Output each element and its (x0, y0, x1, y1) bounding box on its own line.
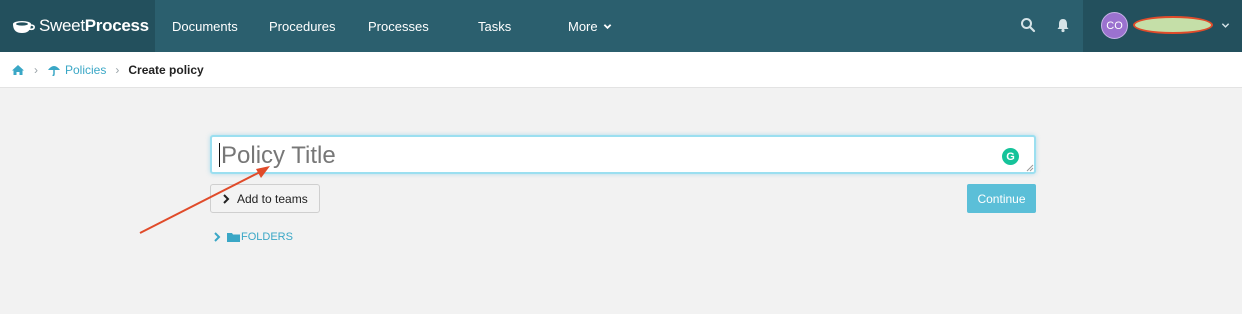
policy-title-input[interactable] (210, 135, 1036, 174)
breadcrumb: › Policies › Create policy (0, 52, 1242, 88)
nav-processes[interactable]: Processes (368, 0, 429, 52)
chevron-down-icon (1221, 23, 1230, 28)
nav-documents[interactable]: Documents (172, 0, 238, 52)
folders-toggle[interactable]: FOLDERS (213, 231, 293, 243)
chevron-right-icon (214, 232, 221, 242)
breadcrumb-policies-label: Policies (65, 62, 107, 77)
search-icon[interactable] (1020, 17, 1036, 33)
breadcrumb-current: Create policy (128, 62, 204, 77)
umbrella-icon (48, 65, 60, 76)
nav-more[interactable]: More (568, 0, 612, 52)
nav-tasks[interactable]: Tasks (478, 0, 511, 52)
chevron-down-icon (603, 23, 611, 29)
chevron-right-icon: › (34, 62, 38, 77)
folders-label: FOLDERS (241, 231, 293, 243)
logo-text-sweet: Sweet (39, 16, 85, 35)
teacup-logo-icon (13, 21, 35, 33)
nav-more-label: More (568, 18, 598, 34)
nav-procedures[interactable]: Procedures (269, 0, 335, 52)
bell-icon[interactable] (1055, 17, 1071, 33)
chevron-right-icon: › (115, 62, 120, 77)
text-cursor (219, 143, 220, 167)
avatar: CO (1101, 12, 1128, 39)
folder-icon (227, 233, 240, 242)
top-navigation: Sweet Process Documents Procedures Proces… (0, 0, 1242, 52)
redacted-username (1133, 16, 1213, 34)
resize-grip-icon[interactable] (1026, 164, 1034, 172)
add-to-teams-label: Add to teams (237, 191, 308, 206)
chevron-right-icon (223, 193, 230, 204)
continue-button[interactable]: Continue (967, 184, 1036, 213)
breadcrumb-policies[interactable]: Policies (47, 63, 106, 77)
grammarly-icon[interactable]: G (1002, 148, 1019, 165)
logo-text-process: Process (84, 16, 149, 35)
home-icon[interactable] (11, 64, 25, 76)
add-to-teams-button[interactable]: Add to teams (210, 184, 320, 213)
user-menu[interactable]: CO (1083, 0, 1242, 52)
sweetprocess-logo[interactable]: Sweet Process (0, 0, 155, 52)
